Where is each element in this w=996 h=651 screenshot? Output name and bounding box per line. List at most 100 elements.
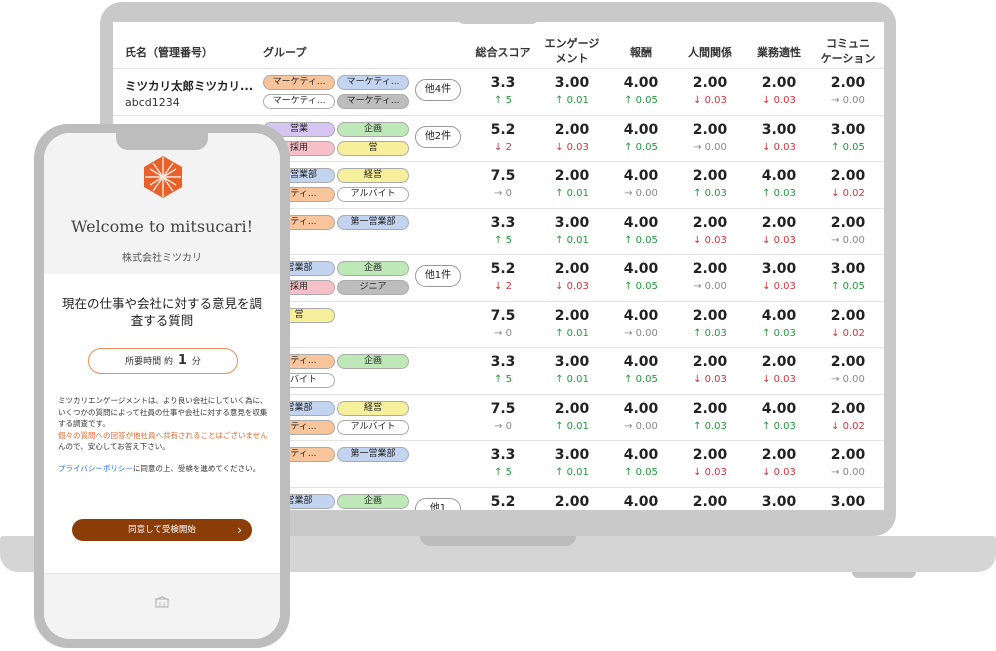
survey-title: 現在の仕事や会社に対する意見を調査する質問 — [61, 296, 262, 328]
more-groups-button[interactable]: 他1件 — [415, 265, 461, 287]
group-tag: 企画 — [337, 121, 409, 137]
score-relations: 2.00 — [692, 447, 728, 463]
delta-relations: ↑ 0.03 — [693, 420, 727, 432]
privacy-policy-link[interactable]: プライバシーポリシー — [58, 464, 133, 473]
delta-engagement: ↑ 0.01 — [555, 467, 589, 478]
header-fitness: 業務適性 — [757, 46, 801, 59]
welcome-title: Welcome to mitsucari! — [70, 217, 254, 236]
group-tag: 営 — [337, 140, 409, 156]
delta-relations: → 0.00 — [693, 141, 727, 153]
group-tag: アルバイト — [337, 187, 409, 202]
group-tag: マーケティ... — [263, 94, 335, 109]
score-fitness: 4.00 — [761, 400, 797, 417]
privacy-notice: プライバシーポリシーに同意の上、受検を進めてください。 — [58, 463, 268, 475]
delta-engagement: ↑ 0.01 — [555, 420, 589, 432]
table-row[interactable]: ミツカリ太郎ミツカリ... abcd1234 マーケティ... マーケティ... マーケ… — [113, 68, 884, 114]
delta-communication: → 0.00 — [831, 467, 865, 478]
score-total: 5.2 — [490, 261, 516, 277]
score-communication: 2.00 — [830, 400, 866, 417]
start-button-label: 同意して受検開始 — [128, 525, 196, 535]
score-engagement: 2.00 — [554, 121, 590, 138]
score-fitness: 2.00 — [761, 447, 797, 463]
more-groups-button[interactable]: 他4件 — [415, 79, 461, 101]
group-tag: ジニア — [337, 280, 409, 295]
group-tag: 経営 — [337, 168, 409, 183]
header-engagement-2: メント — [555, 52, 589, 65]
score-communication: 3.00 — [830, 493, 866, 510]
time-required-badge: 所要時間 約 1 分 — [88, 348, 238, 374]
delta-fitness: ↓ 0.03 — [762, 374, 796, 385]
delta-total: ↓ 2 — [494, 141, 512, 153]
more-groups-button[interactable]: 他2件 — [415, 125, 461, 148]
time-value: 1 — [177, 353, 187, 368]
score-reward: 4.00 — [623, 121, 659, 138]
delta-engagement: ↓ 0.03 — [555, 141, 589, 153]
delta-total: ↓ 2 — [494, 281, 512, 292]
score-engagement: 2.00 — [554, 307, 590, 324]
score-relations: 2.00 — [692, 261, 728, 277]
time-unit: 分 — [191, 357, 201, 367]
score-engagement: 3.00 — [554, 214, 590, 231]
delta-reward: ↑ 0.05 — [624, 234, 658, 246]
agree-start-button[interactable]: 同意して受検開始 › — [72, 519, 252, 541]
survey-description: ミツカリエンゲージメントは、より良い会社にしていく為に、いくつかの質問によって社… — [58, 396, 268, 451]
group-tag: アルバイト — [337, 419, 409, 435]
score-communication: 2.00 — [830, 307, 866, 324]
delta-fitness: ↓ 0.03 — [762, 141, 796, 153]
header-group: グループ — [263, 46, 307, 59]
group-tag: 第一営業部 — [337, 447, 409, 462]
mitsucari-logo-icon — [144, 156, 182, 198]
delta-relations: ↓ 0.03 — [693, 374, 727, 385]
header-total: 総合スコア — [475, 46, 531, 59]
employee-id: abcd1234 — [125, 96, 180, 109]
stage: 氏名（管理番号） グループ 総合スコア エンゲージ メント 報酬 人間関係 業務… — [0, 0, 996, 651]
score-communication: 2.00 — [830, 354, 866, 370]
delta-reward: ↑ 0.05 — [624, 141, 658, 153]
header-name: 氏名（管理番号） — [125, 46, 213, 59]
score-fitness: 4.00 — [761, 307, 797, 324]
score-total: 3.3 — [490, 214, 516, 231]
group-tag: 経営 — [337, 400, 409, 416]
score-fitness: 4.00 — [761, 168, 797, 184]
delta-engagement: ↑ 0.01 — [555, 374, 589, 385]
delta-fitness: ↑ 0.03 — [762, 188, 796, 199]
group-tag: 第一営業部 — [337, 214, 409, 230]
delta-communication: → 0.00 — [831, 374, 865, 385]
group-tag: マーケティ... — [337, 94, 409, 109]
score-communication: 3.00 — [830, 121, 866, 138]
delta-relations: ↓ 0.03 — [693, 467, 727, 478]
delta-fitness: ↓ 0.03 — [762, 281, 796, 292]
delta-reward: → 0.00 — [624, 188, 658, 199]
score-communication: 2.00 — [830, 447, 866, 463]
delta-total: ↑ 5 — [494, 234, 512, 246]
delta-communication: ↑ 0.05 — [831, 141, 865, 153]
score-relations: 2.00 — [692, 168, 728, 184]
group-tag: 企画 — [337, 354, 409, 369]
delta-total: → 0 — [494, 188, 512, 199]
score-engagement: 3.00 — [554, 447, 590, 463]
score-relations: 2.00 — [692, 307, 728, 324]
delta-reward: ↑ 0.05 — [624, 467, 658, 478]
score-fitness: 3.00 — [761, 121, 797, 138]
delta-engagement: ↑ 0.01 — [555, 95, 589, 106]
delta-engagement: ↓ 0.03 — [555, 281, 589, 292]
header-relations: 人間関係 — [688, 46, 732, 59]
score-total: 7.5 — [490, 400, 516, 417]
header-communication-1: コミュニ — [826, 37, 870, 50]
score-total: 3.3 — [490, 75, 516, 91]
delta-total: → 0 — [494, 420, 512, 432]
score-communication: 2.00 — [830, 214, 866, 231]
delta-fitness: ↑ 0.03 — [762, 327, 796, 339]
description-text: ミツカリエンゲージメントは、より良い会社にしていく為に、いくつかの質問によって社… — [58, 396, 268, 428]
score-engagement: 2.00 — [554, 168, 590, 184]
delta-communication: → 0.00 — [831, 95, 865, 106]
score-reward: 4.00 — [623, 261, 659, 277]
score-total: 5.2 — [490, 493, 516, 510]
delta-engagement: ↑ 0.01 — [555, 188, 589, 199]
score-relations: 2.00 — [692, 121, 728, 138]
delta-reward: → 0.00 — [624, 327, 658, 339]
score-communication: 2.00 — [830, 168, 866, 184]
delta-engagement: ↑ 0.01 — [555, 234, 589, 246]
building-icon — [154, 596, 170, 608]
more-groups-button[interactable]: 他1 — [415, 497, 461, 510]
